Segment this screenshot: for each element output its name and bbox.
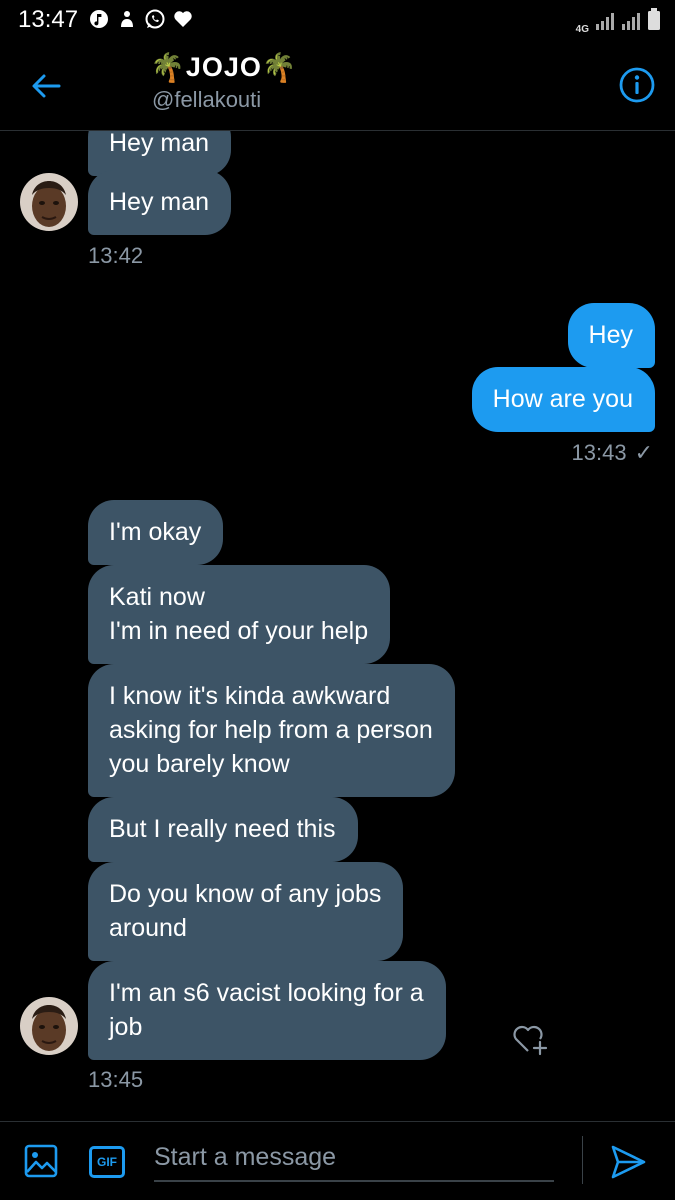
palm-tree-emoji: 🌴 xyxy=(261,51,298,83)
like-message-button[interactable] xyxy=(511,1018,551,1058)
message-status: 13:43 ✓ xyxy=(572,440,654,466)
message-bubble-sent[interactable]: Hey xyxy=(567,303,655,368)
message-bubble[interactable]: I'm an s6 vacist looking for a job xyxy=(88,961,446,1060)
message-bubble[interactable]: Do you know of any jobs around xyxy=(88,862,404,961)
contact-name-row: 🌴 JOJO 🌴 xyxy=(150,52,298,83)
whatsapp-icon xyxy=(144,8,166,30)
send-icon xyxy=(611,1145,646,1179)
signal-icon xyxy=(621,12,641,35)
signal-icon xyxy=(595,12,615,35)
conversation-title[interactable]: 🌴 JOJO 🌴 @fellakouti xyxy=(150,52,298,113)
palm-tree-emoji: 🌴 xyxy=(150,51,186,83)
message-timestamp: 13:45 xyxy=(88,1067,144,1092)
app-icon xyxy=(116,8,138,30)
arrow-left-icon xyxy=(32,74,61,98)
message-timestamp: 13:43 xyxy=(571,440,627,465)
heart-plus-icon xyxy=(513,1025,548,1056)
network-type: 4G xyxy=(575,24,589,35)
status-time: 13:47 xyxy=(18,6,79,33)
contact-name: JOJO xyxy=(185,52,262,82)
contact-handle: @fellakouti xyxy=(152,87,262,112)
system-icons: 4G xyxy=(576,8,661,35)
message-timestamp: 13:42 xyxy=(88,243,144,268)
message-bubble[interactable]: I know it's kinda awkward asking for hel… xyxy=(88,664,455,797)
status-bar: 13:47 4G xyxy=(0,0,675,40)
message-bubble[interactable]: Kati now I'm in need of your help xyxy=(88,565,391,664)
info-button[interactable] xyxy=(619,67,655,103)
info-icon xyxy=(619,67,655,103)
notification-icons xyxy=(88,8,194,30)
send-button[interactable] xyxy=(608,1142,648,1182)
read-checkmark-icon: ✓ xyxy=(634,440,653,465)
add-photo-button[interactable] xyxy=(24,1144,58,1178)
gif-button[interactable]: GIF xyxy=(89,1146,125,1178)
message-input[interactable] xyxy=(154,1134,554,1182)
message-bubble[interactable]: I'm okay xyxy=(88,500,224,565)
heart-icon xyxy=(172,8,194,30)
image-icon xyxy=(24,1144,58,1178)
message-composer: GIF xyxy=(0,1121,675,1200)
composer-divider xyxy=(582,1136,583,1184)
music-icon xyxy=(88,8,110,30)
conversation-header: 🌴 JOJO 🌴 @fellakouti xyxy=(0,40,675,131)
message-bubble[interactable]: Hey man xyxy=(88,170,232,235)
battery-icon xyxy=(647,8,661,35)
avatar[interactable] xyxy=(20,997,78,1055)
message-bubble-sent[interactable]: How are you xyxy=(471,367,655,432)
message-list[interactable]: Hey man Hey man 13:42 Hey How are you 13… xyxy=(0,131,675,1121)
back-button[interactable] xyxy=(26,66,66,106)
message-bubble[interactable]: But I really need this xyxy=(88,797,358,862)
avatar[interactable] xyxy=(20,173,78,231)
